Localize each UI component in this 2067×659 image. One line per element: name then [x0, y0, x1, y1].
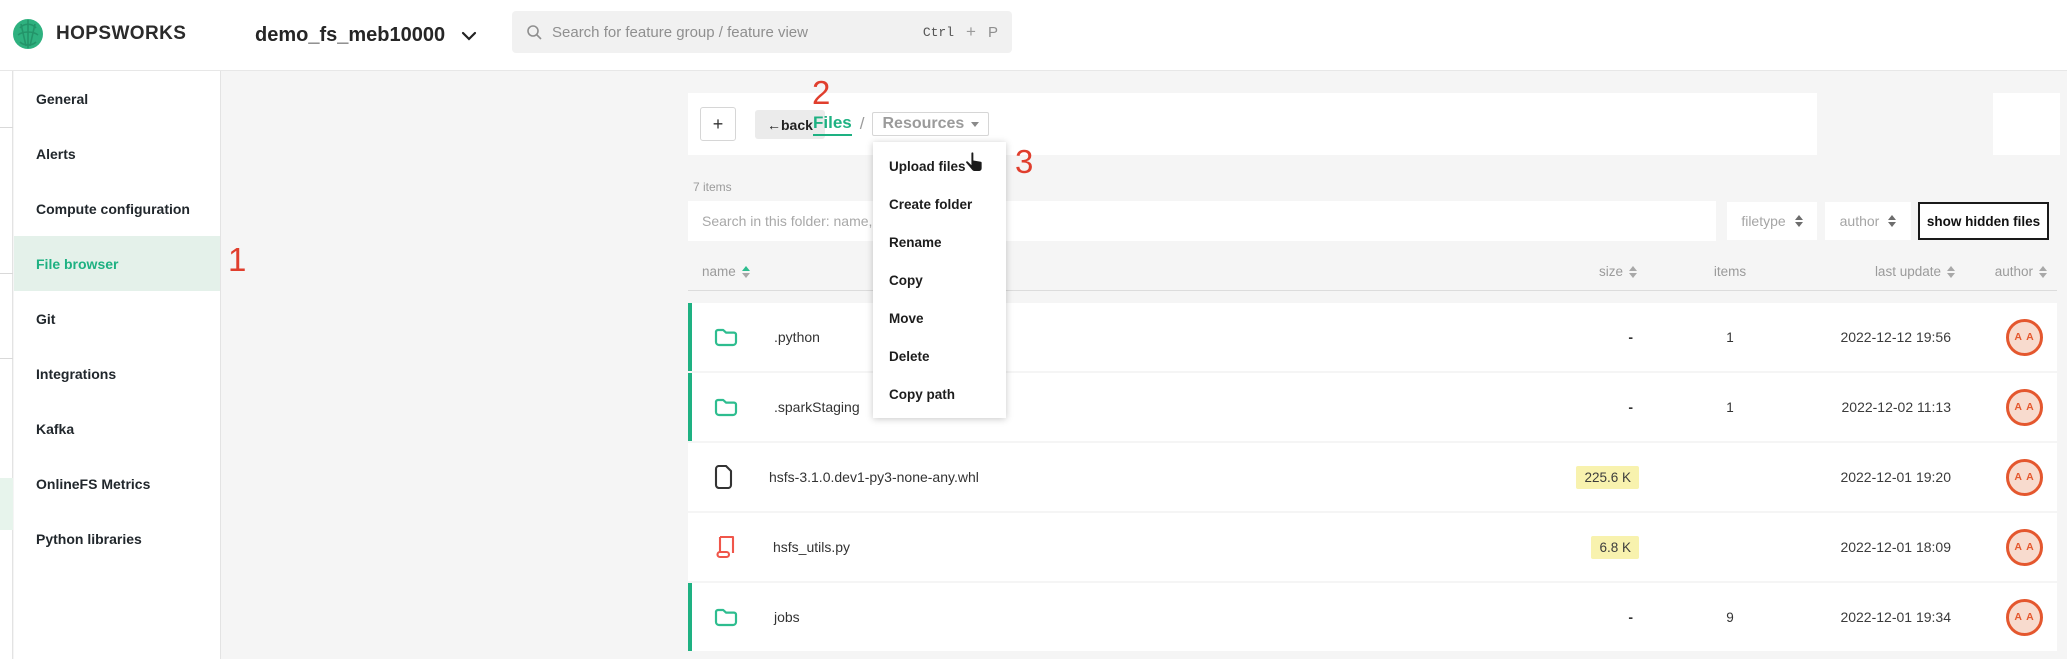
file-browser-toolbar: + ←back Files / Resources: [688, 93, 1817, 155]
hopsworks-logo-icon: [10, 16, 46, 52]
item-count: 1: [1639, 330, 1797, 345]
strip-divider: [0, 358, 13, 359]
menu-item-create-folder[interactable]: Create folder: [873, 185, 1006, 223]
sidebar-item-compute-configuration[interactable]: Compute configuration: [14, 181, 220, 236]
shortcut-hint: Ctrl + P: [923, 22, 998, 42]
file-browser-screen: HOPSWORKS demo_fs_meb10000 Search for fe…: [0, 0, 2067, 659]
folder-context-menu: Upload files Create folder Rename Copy M…: [873, 142, 1006, 418]
menu-item-copy[interactable]: Copy: [873, 261, 1006, 299]
sidebar-item-alerts[interactable]: Alerts: [14, 126, 220, 181]
file-name: hsfs_utils.py: [773, 539, 850, 555]
author-avatar[interactable]: A A: [2006, 319, 2043, 356]
file-name: .sparkStaging: [774, 399, 860, 415]
author-filter-label: author: [1840, 213, 1880, 229]
file-name: .python: [774, 329, 820, 345]
table-row-py-file[interactable]: hsfs_utils.py 6.8 K 2022-12-01 18:09 A A: [688, 513, 2057, 581]
file-size-highlighted: 225.6 K: [1576, 466, 1639, 489]
file-size: -: [1628, 329, 1639, 345]
breadcrumb-current-dropdown[interactable]: Resources: [872, 112, 989, 136]
hopsworks-logo[interactable]: HOPSWORKS: [10, 16, 186, 52]
filetype-filter-select[interactable]: filetype: [1727, 202, 1817, 240]
folder-icon: [714, 607, 738, 628]
add-button[interactable]: +: [700, 107, 736, 141]
strip-divider: [0, 127, 13, 128]
menu-item-move[interactable]: Move: [873, 299, 1006, 337]
last-update: 2022-12-02 11:13: [1797, 399, 1957, 415]
folder-icon: [714, 397, 738, 418]
top-header-bar: HOPSWORKS demo_fs_meb10000 Search for fe…: [0, 0, 2067, 71]
author-avatar[interactable]: A A: [2006, 459, 2043, 496]
global-search-placeholder: Search for feature group / feature view: [552, 24, 808, 41]
project-name: demo_fs_meb10000: [255, 24, 445, 47]
author-avatar[interactable]: A A: [2006, 389, 2043, 426]
sidebar-item-general[interactable]: General: [14, 71, 220, 126]
sidebar-item-integrations[interactable]: Integrations: [14, 346, 220, 401]
breadcrumb: Files / Resources: [813, 103, 989, 145]
last-update: 2022-12-01 18:09: [1797, 539, 1957, 555]
annotation-2: 2: [812, 76, 830, 109]
menu-item-delete[interactable]: Delete: [873, 337, 1006, 375]
file-name: hsfs-3.1.0.dev1-py3-none-any.whl: [769, 469, 979, 485]
column-header-items: items: [1639, 264, 1797, 279]
file-size: -: [1628, 399, 1639, 415]
breadcrumb-files-link[interactable]: Files: [813, 113, 852, 136]
file-icon: [714, 465, 733, 489]
annotation-3: 3: [1015, 145, 1033, 178]
filetype-filter-label: filetype: [1741, 213, 1785, 229]
breadcrumb-separator: /: [860, 114, 865, 134]
item-count: 1: [1639, 400, 1797, 415]
annotation-1: 1: [228, 243, 246, 276]
author-avatar[interactable]: A A: [2006, 599, 2043, 636]
author-avatar[interactable]: A A: [2006, 529, 2043, 566]
sidebar-item-git[interactable]: Git: [14, 291, 220, 346]
brand-title: HOPSWORKS: [56, 23, 186, 45]
sort-icon-last-update[interactable]: [1947, 266, 1955, 278]
column-header-author[interactable]: author: [1957, 264, 2057, 279]
item-count: 9: [1639, 610, 1797, 625]
python-script-icon: [714, 535, 737, 559]
column-header-last-update[interactable]: last update: [1797, 264, 1957, 279]
global-search-input[interactable]: Search for feature group / feature view …: [512, 11, 1012, 53]
collapsed-nav-strip: [0, 71, 13, 659]
folder-search-input[interactable]: [688, 201, 1716, 241]
sidebar-item-kafka[interactable]: Kafka: [14, 401, 220, 456]
file-size-highlighted: 6.8 K: [1591, 536, 1639, 559]
last-update: 2022-12-01 19:20: [1797, 469, 1957, 485]
caret-down-icon: [971, 122, 979, 127]
settings-sidebar: General Alerts Compute configuration Fil…: [14, 71, 221, 659]
last-update: 2022-12-12 19:56: [1797, 329, 1957, 345]
folder-icon: [714, 327, 738, 348]
search-icon: [526, 24, 542, 40]
strip-divider: [0, 273, 13, 274]
menu-item-rename[interactable]: Rename: [873, 223, 1006, 261]
author-filter-select[interactable]: author: [1825, 202, 1911, 240]
sort-arrows-icon: [1795, 215, 1803, 227]
mouse-pointer-cursor: [961, 150, 987, 178]
sort-arrows-icon: [1888, 215, 1896, 227]
table-row-jobs[interactable]: jobs - 9 2022-12-01 19:34 A A: [688, 583, 2057, 651]
sort-icon-size[interactable]: [1629, 266, 1637, 278]
column-header-name[interactable]: name: [688, 264, 1519, 279]
project-selector[interactable]: demo_fs_meb10000: [255, 0, 477, 71]
sort-icon-name[interactable]: [742, 266, 750, 278]
last-update: 2022-12-01 19:34: [1797, 609, 1957, 625]
sidebar-item-file-browser[interactable]: File browser: [14, 236, 220, 291]
breadcrumb-current-label: Resources: [882, 115, 964, 133]
toolbar-right-panel: [1993, 93, 2060, 155]
sidebar-item-onlinefs-metrics[interactable]: OnlineFS Metrics: [14, 456, 220, 511]
table-row-whl-file[interactable]: hsfs-3.1.0.dev1-py3-none-any.whl 225.6 K…: [688, 443, 2057, 511]
sort-icon-author[interactable]: [2039, 266, 2047, 278]
file-size: -: [1628, 609, 1639, 625]
items-count-label: 7 items: [693, 180, 732, 194]
column-header-size[interactable]: size: [1519, 264, 1639, 279]
strip-active-marker: [0, 478, 13, 530]
menu-item-copy-path[interactable]: Copy path: [873, 375, 1006, 413]
chevron-down-icon: [461, 31, 477, 41]
show-hidden-files-button[interactable]: show hidden files: [1918, 202, 2049, 240]
file-name: jobs: [774, 609, 800, 625]
sidebar-item-python-libraries[interactable]: Python libraries: [14, 511, 220, 566]
